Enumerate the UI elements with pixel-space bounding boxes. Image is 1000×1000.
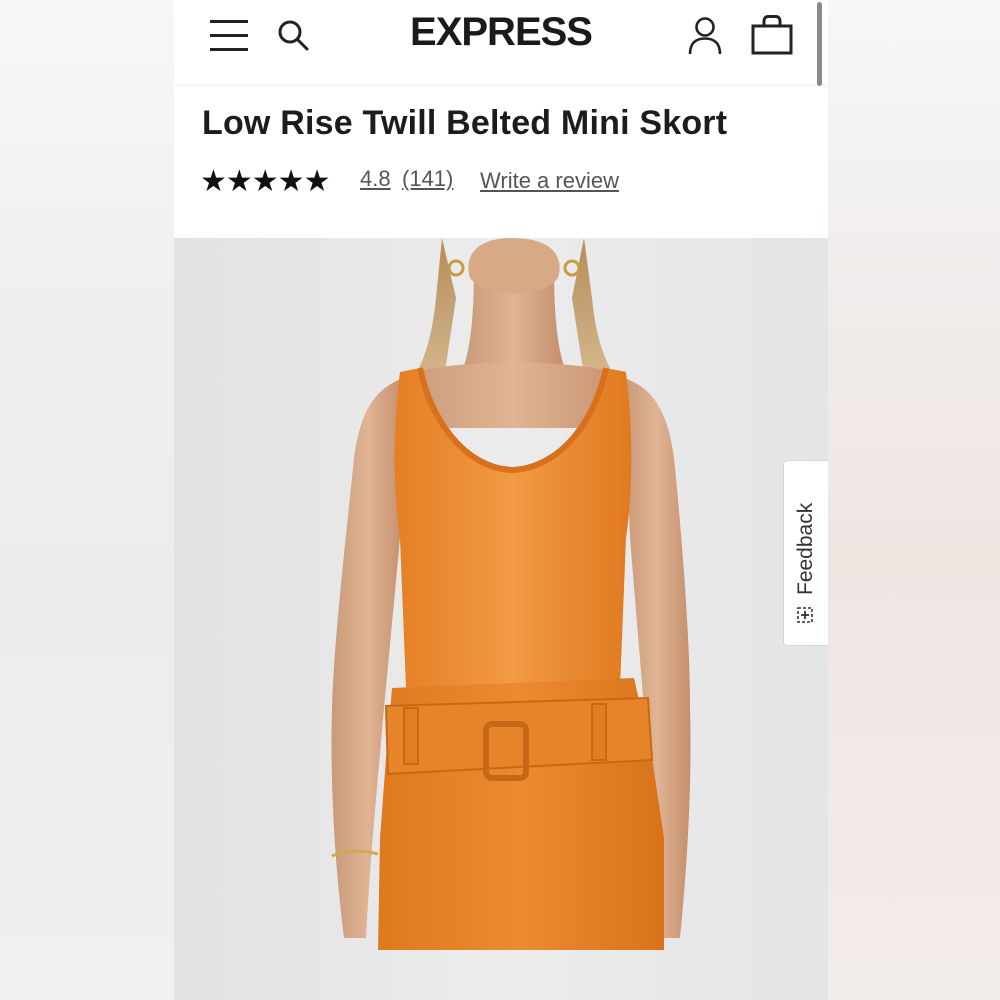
write-review-link[interactable]: Write a review: [480, 168, 619, 194]
star-rating-icon: ★★★★★: [200, 165, 330, 198]
feedback-tab[interactable]: Feedback: [783, 460, 828, 646]
scrollbar[interactable]: [817, 2, 822, 86]
account-button[interactable]: [686, 16, 724, 56]
site-header: EXPRESS: [174, 0, 828, 84]
shopping-bag-button[interactable]: [750, 14, 794, 56]
feedback-plus-icon: [797, 607, 813, 623]
model-photo: [174, 238, 828, 1000]
product-info: Low Rise Twill Belted Mini Skort ★★★★★ 4…: [174, 84, 828, 238]
rating-value-link[interactable]: 4.8: [360, 166, 391, 192]
product-image[interactable]: [174, 238, 828, 1000]
blurred-right-edge: [828, 0, 1000, 1000]
mobile-viewport: EXPRESS Low Rise Twill Belted Mini Skort…: [174, 0, 828, 1000]
feedback-label: Feedback: [794, 502, 817, 595]
review-count-link[interactable]: (141): [402, 166, 453, 192]
shopping-bag-icon: [751, 15, 793, 55]
brand-logo[interactable]: EXPRESS: [174, 10, 828, 55]
account-icon: [688, 17, 722, 55]
blurred-left-edge: [0, 0, 174, 1000]
product-title: Low Rise Twill Belted Mini Skort: [202, 104, 728, 142]
